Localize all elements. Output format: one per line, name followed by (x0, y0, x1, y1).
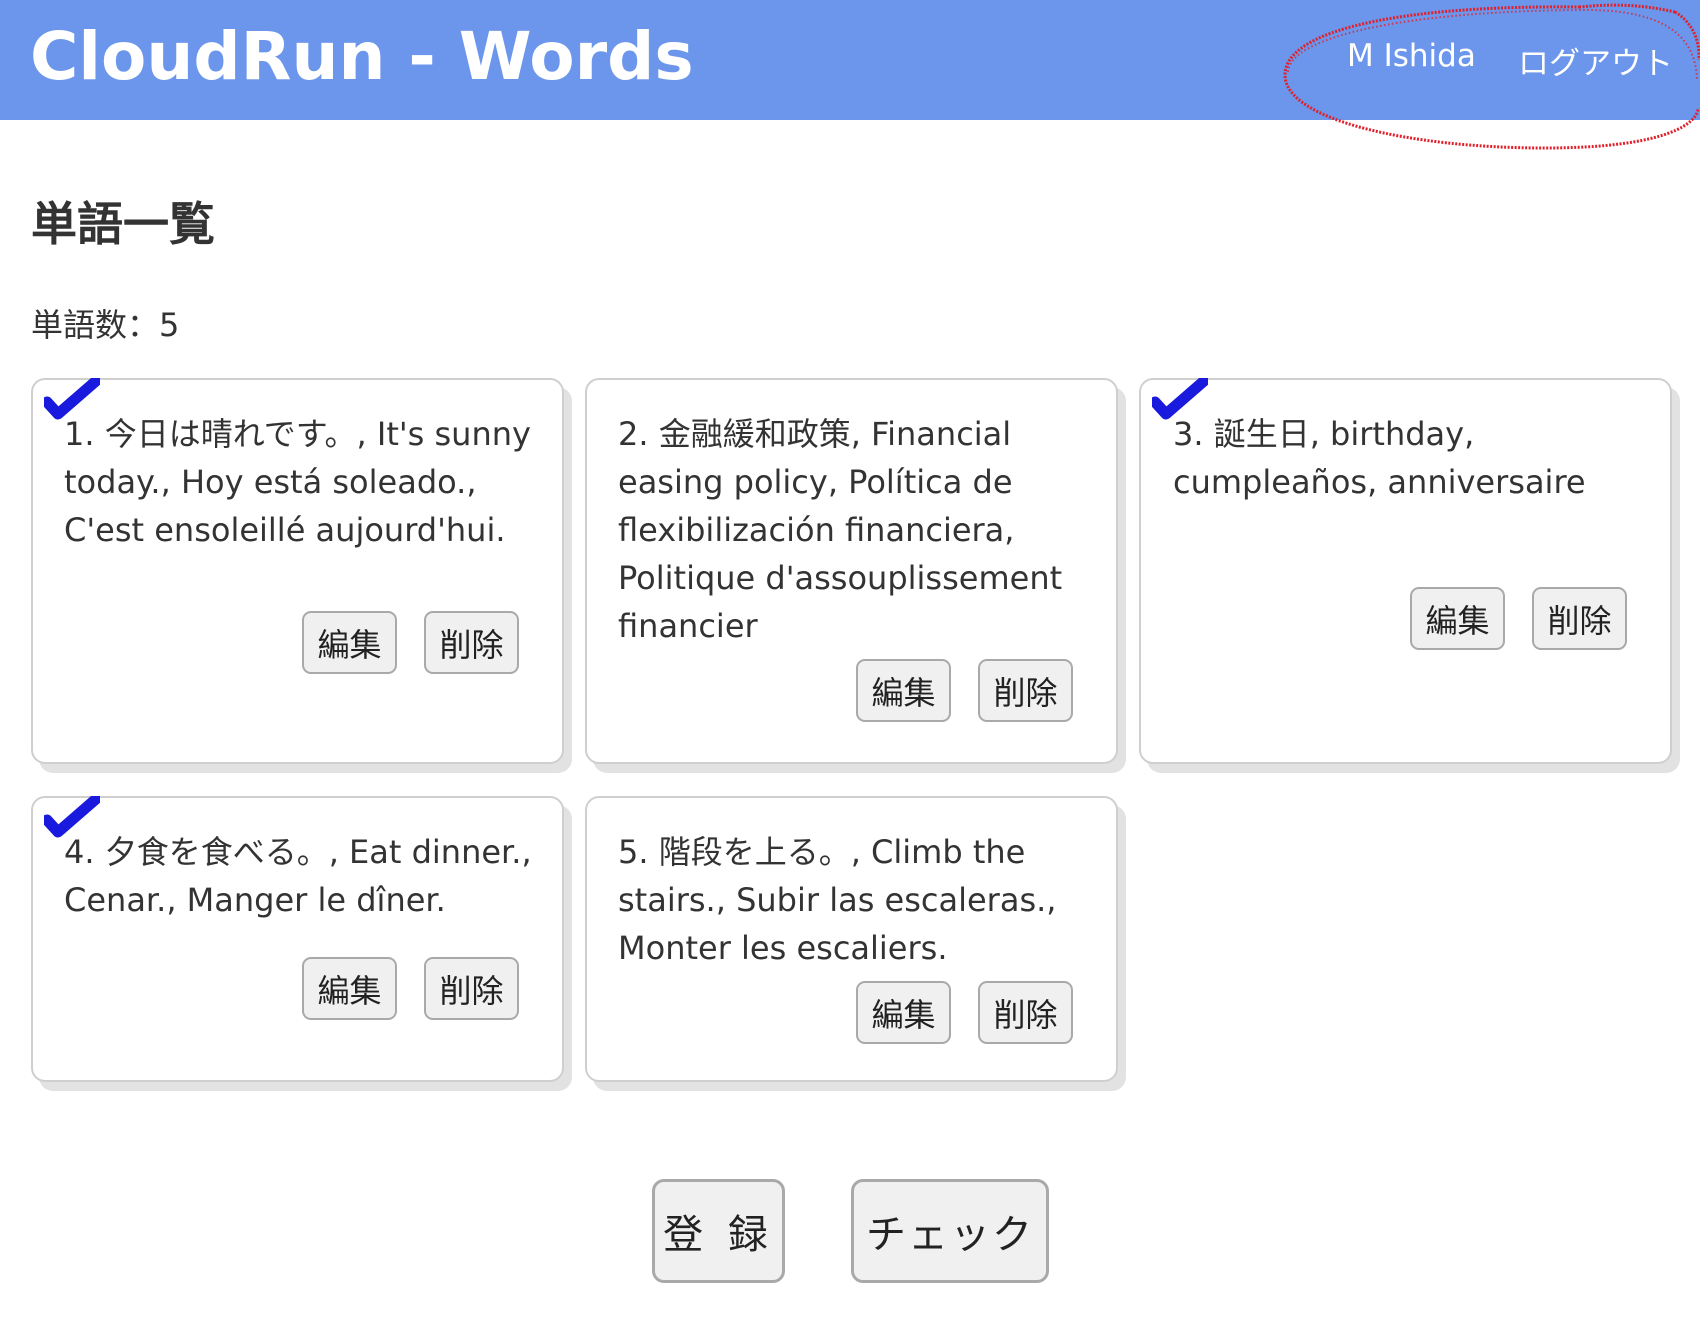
register-button[interactable]: 登 録 (652, 1179, 785, 1283)
page-title: 単語一覧 (31, 197, 215, 251)
edit-button[interactable]: 編集 (302, 957, 397, 1020)
word-card-3: 3. 誕生日, birthday, cumpleaños, anniversai… (1139, 378, 1672, 764)
app-header: CloudRun - Words M Ishida ログアウト (0, 0, 1700, 120)
word-card-text: 2. 金融緩和政策, Financial easing policy, Polí… (618, 415, 1063, 645)
word-card-text: 3. 誕生日, birthday, cumpleaños, anniversai… (1173, 415, 1586, 501)
delete-button[interactable]: 削除 (1532, 587, 1627, 650)
edit-button[interactable]: 編集 (302, 611, 397, 674)
delete-button[interactable]: 削除 (424, 611, 519, 674)
word-card-text: 5. 階段を上る。, Climb the stairs., Subir las … (618, 833, 1057, 967)
word-card-1: 1. 今日は晴れです。, It's sunny today., Hoy está… (31, 378, 564, 764)
check-mark-icon (1152, 378, 1208, 420)
word-card-2: 2. 金融緩和政策, Financial easing policy, Polí… (585, 378, 1118, 764)
delete-button[interactable]: 削除 (978, 659, 1073, 722)
user-name[interactable]: M Ishida (1347, 38, 1476, 74)
check-mark-icon (44, 796, 100, 838)
logout-link[interactable]: ログアウト (1518, 38, 1673, 83)
word-card-5: 5. 階段を上る。, Climb the stairs., Subir las … (585, 796, 1118, 1082)
word-card-4: 4. 夕食を食べる。, Eat dinner., Cenar., Manger … (31, 796, 564, 1082)
check-button[interactable]: チェック (851, 1179, 1049, 1283)
edit-button[interactable]: 編集 (1410, 587, 1505, 650)
check-mark-icon (44, 378, 100, 420)
word-count: 単語数：5 (31, 306, 180, 344)
edit-button[interactable]: 編集 (856, 659, 951, 722)
word-card-text: 4. 夕食を食べる。, Eat dinner., Cenar., Manger … (64, 833, 532, 919)
delete-button[interactable]: 削除 (978, 981, 1073, 1044)
delete-button[interactable]: 削除 (424, 957, 519, 1020)
app-title: CloudRun - Words (30, 18, 694, 95)
word-card-text: 1. 今日は晴れです。, It's sunny today., Hoy está… (64, 415, 531, 549)
edit-button[interactable]: 編集 (856, 981, 951, 1044)
